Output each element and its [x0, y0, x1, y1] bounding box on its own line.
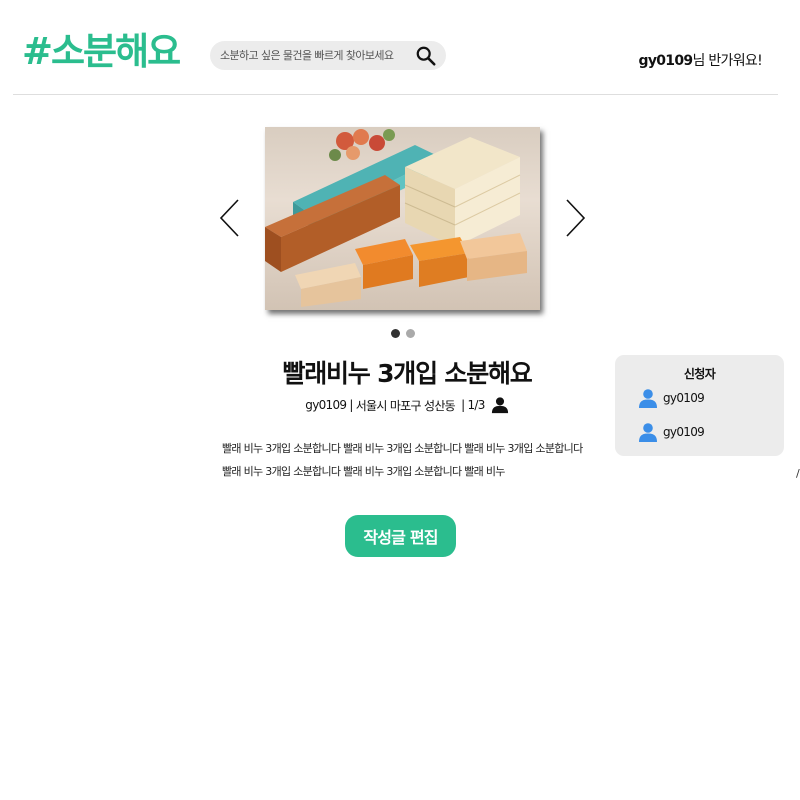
user-avatar-icon [639, 423, 657, 442]
meta-separator: | [458, 398, 465, 412]
carousel-dots [391, 329, 415, 338]
post-location: 서울시 마포구 성산동 [355, 398, 456, 413]
post-author: gy0109 [305, 398, 347, 412]
participant-count: 1/3 [467, 398, 485, 412]
site-logo[interactable]: #소분해요 [22, 30, 181, 74]
carousel-dot-2[interactable] [406, 329, 415, 338]
welcome-text: 님 반가워요! [692, 53, 762, 69]
applicants-title: 신청자 [683, 367, 716, 381]
edit-post-button[interactable]: 작성글 편집 [345, 515, 456, 557]
user-avatar-icon [639, 389, 657, 408]
welcome-message: gy0109님 반가워요! [638, 50, 763, 70]
search-bar [210, 41, 446, 70]
person-icon [491, 397, 508, 414]
chevron-right-icon[interactable] [564, 198, 586, 238]
carousel-dot-1[interactable] [391, 329, 400, 338]
soap-photo [265, 129, 527, 307]
meta-separator: | [349, 398, 353, 412]
header-divider [13, 94, 778, 95]
applicant-item[interactable]: gy0109 [638, 422, 705, 442]
post-meta: gy0109 | 서울시 마포구 성산동 | 1/3 [207, 396, 607, 414]
applicant-item[interactable]: gy0109 [638, 388, 705, 408]
edge-mark: / [796, 467, 800, 480]
post-image [265, 127, 540, 310]
applicant-name: gy0109 [663, 391, 705, 405]
applicant-name: gy0109 [663, 425, 705, 439]
applicants-panel: 신청자 gy0109 gy0109 [615, 355, 784, 456]
search-input[interactable] [220, 49, 416, 62]
search-icon[interactable] [415, 45, 437, 67]
post-description: 빨래 비누 3개입 소분합니다 빨래 비누 3개입 소분합니다 빨래 비누 3개… [222, 442, 583, 478]
chevron-left-icon[interactable] [219, 198, 241, 238]
post-title: 빨래비누 3개입 소분해요 [282, 359, 532, 388]
username: gy0109 [638, 53, 694, 69]
